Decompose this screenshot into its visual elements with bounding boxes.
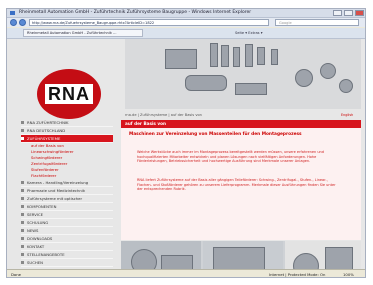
close-button[interactable] (355, 10, 364, 16)
breadcrumb[interactable]: rna.de | Zuführsysteme | auf der Basis v… (125, 113, 202, 117)
header-banner-image (125, 39, 361, 109)
sidebar-nav: RNA ZUFÜHRTECHNIK RNA DEUTSCHLAND ZUFÜHRSY… (21, 119, 113, 275)
back-icon[interactable] (10, 19, 17, 26)
sidebar-item[interactable]: DOWNLOADS (21, 235, 113, 243)
sidebar-item[interactable]: SCHULUNG (21, 219, 113, 227)
paragraph-2: RNA liefert Zuführsysteme auf der Basis … (137, 178, 336, 192)
sidebar-item[interactable]: KOMPONENTEN (21, 203, 113, 211)
forward-icon[interactable] (19, 19, 26, 26)
language-link[interactable]: English (341, 113, 353, 117)
url-text: http://www.rna.de/Zufuehrsysteme_Baugrup… (32, 21, 155, 25)
window-title: Rheinmetall Automation GmbH - Zuführtech… (19, 10, 252, 15)
content-area: auf der Basis von Maschinen zur Vereinze… (121, 120, 361, 240)
web-page: RNA rna.de | Zuführsysteme | auf der Bas… (7, 39, 365, 277)
status-text: Done (11, 272, 21, 277)
browser-window: Rheinmetall Automation GmbH - Zuführtech… (6, 8, 366, 278)
sidebar-item[interactable]: Zuführsysteme mit optischer (21, 195, 113, 203)
sidebar-item[interactable]: SUCHEN (21, 259, 113, 267)
search-placeholder: Google (279, 21, 292, 25)
tab-label: Rheinmetall Automation GmbH - Zuführtech… (27, 31, 117, 35)
sidebar-item[interactable]: STELLENANGEBOTE (21, 251, 113, 259)
address-bar: http://www.rna.de/Zufuehrsysteme_Baugrup… (7, 18, 365, 27)
section-header: auf der Basis von (121, 120, 361, 128)
maximize-button[interactable] (344, 10, 353, 16)
search-field[interactable]: Google (275, 19, 359, 26)
section-title: auf der Basis von (125, 121, 166, 126)
page-headline: Maschinen zur Vereinzelung von Massentei… (129, 132, 302, 137)
paragraph-1: Welche Werkstücke auch immer im Montagep… (137, 150, 324, 164)
sidebar-item[interactable]: Pharmazie und Medizintechnik (21, 187, 113, 195)
sidebar-item[interactable]: RNA ZUFÜHRTECHNIK (21, 119, 113, 127)
command-bar[interactable]: Seite ▾ Extras ▾ (235, 28, 263, 38)
zoom-level[interactable]: 100% (343, 270, 354, 277)
rna-logo[interactable]: RNA (37, 69, 101, 119)
logo-text: RNA (45, 84, 93, 104)
url-field[interactable]: http://www.rna.de/Zufuehrsysteme_Baugrup… (29, 19, 269, 26)
sidebar-item[interactable]: SERVICE (21, 211, 113, 219)
sidebar-item[interactable]: Kamera - Handling/Vereinzelung (21, 179, 113, 187)
tab-bar: Rheinmetall Automation GmbH - Zuführtech… (7, 28, 365, 39)
sidebar-item[interactable]: NEWS (21, 227, 113, 235)
sidebar-item[interactable]: RNA DEUTSCHLAND (21, 127, 113, 135)
title-bar: Rheinmetall Automation GmbH - Zuführtech… (7, 9, 365, 18)
security-zone: Internet | Protected Mode: On (269, 272, 326, 277)
ie-icon (10, 11, 15, 15)
active-tab[interactable]: Rheinmetall Automation GmbH - Zuführtech… (23, 29, 143, 37)
sidebar-item[interactable]: KONTAKT (21, 243, 113, 251)
status-bar: Done Internet | Protected Mode: On 100% (7, 269, 365, 277)
sidebar-item[interactable]: ZUFÜHRSYSTEME (21, 135, 113, 143)
minimize-button[interactable] (333, 10, 342, 16)
